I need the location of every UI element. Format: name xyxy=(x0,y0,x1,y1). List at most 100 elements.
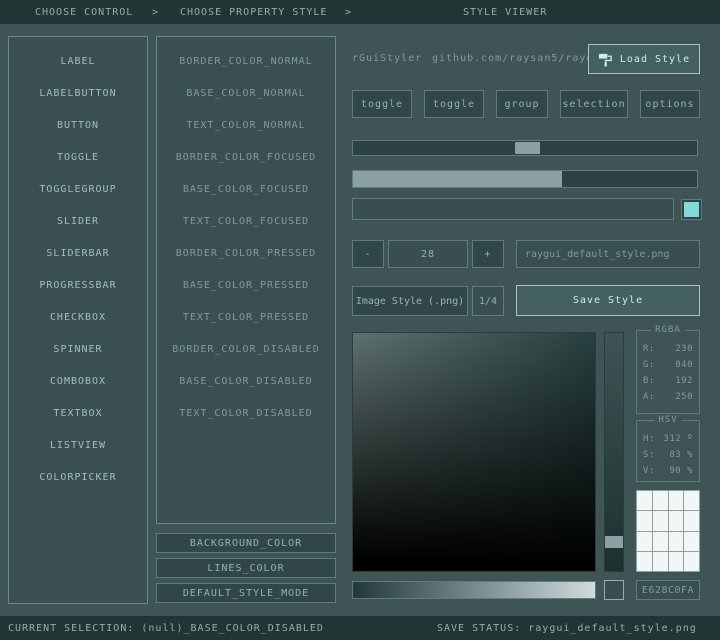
hue-slider-handle[interactable] xyxy=(605,536,623,548)
control-list-item-sliderbar[interactable]: SLIDERBAR xyxy=(9,237,147,269)
text-input[interactable] xyxy=(352,198,674,220)
save-style-button[interactable]: Save Style xyxy=(516,285,700,316)
control-list-item-spinner[interactable]: SPINNER xyxy=(9,333,147,365)
topbar-choose-property-style: CHOOSE PROPERTY STYLE xyxy=(180,7,327,18)
control-list-item-textbox[interactable]: TEXTBOX xyxy=(9,397,147,429)
rgba-row-a: A: 250 xyxy=(637,389,699,405)
property-list-item-border-color-pressed[interactable]: BORDER_COLOR_PRESSED xyxy=(157,237,335,269)
palette-cell[interactable] xyxy=(669,511,684,530)
rgba-g-label: G: xyxy=(643,360,655,370)
topbar-choose-control: CHOOSE CONTROL xyxy=(35,7,133,18)
palette-cell[interactable] xyxy=(637,511,652,530)
palette-cell[interactable] xyxy=(684,491,699,510)
hsv-h-label: H: xyxy=(643,434,655,444)
property-list-item-border-color-focused[interactable]: BORDER_COLOR_FOCUSED xyxy=(157,141,335,173)
alpha-handle-box[interactable] xyxy=(604,580,624,600)
alpha-slider[interactable] xyxy=(352,581,596,599)
chevron-right-icon: > xyxy=(345,7,352,18)
checkbox[interactable] xyxy=(681,199,702,220)
rgba-row-b: B: 192 xyxy=(637,373,699,389)
paint-roller-icon xyxy=(598,52,613,67)
background-color-button[interactable]: BACKGROUND_COLOR xyxy=(156,533,336,553)
hsv-row-s: S: 83 % xyxy=(637,447,699,463)
control-list-item-label[interactable]: LABEL xyxy=(9,45,147,77)
rgba-g-value: 040 xyxy=(675,360,693,370)
rgba-b-label: B: xyxy=(643,376,655,386)
control-list-item-togglegroup[interactable]: TOGGLEGROUP xyxy=(9,173,147,205)
hsv-v-label: V: xyxy=(643,466,655,476)
property-list-item-base-color-focused[interactable]: BASE_COLOR_FOCUSED xyxy=(157,173,335,205)
control-list-item-slider[interactable]: SLIDER xyxy=(9,205,147,237)
toggle-button-group[interactable]: group xyxy=(496,90,548,118)
property-list-item-base-color-disabled[interactable]: BASE_COLOR_DISABLED xyxy=(157,365,335,397)
spinner-value-box[interactable]: 28 xyxy=(388,240,468,268)
palette-cell[interactable] xyxy=(653,491,668,510)
hsv-v-value: 90 % xyxy=(669,466,693,476)
palette-cell[interactable] xyxy=(684,532,699,551)
spinner-decrement-button[interactable]: - xyxy=(352,240,384,268)
control-list-item-progressbar[interactable]: PROGRESSBAR xyxy=(9,269,147,301)
slider-handle[interactable] xyxy=(515,142,540,154)
load-style-button[interactable]: Load Style xyxy=(588,44,700,74)
slider[interactable] xyxy=(352,140,698,156)
topbar-style-viewer: STYLE VIEWER xyxy=(463,7,547,18)
palette-cell[interactable] xyxy=(653,511,668,530)
repo-link[interactable]: github.com/raysan5/raygui xyxy=(432,53,608,64)
page-indicator: 1/4 xyxy=(472,286,504,316)
hue-slider[interactable] xyxy=(604,332,624,572)
property-list-item-border-color-normal[interactable]: BORDER_COLOR_NORMAL xyxy=(157,45,335,77)
top-bar: CHOOSE CONTROL > CHOOSE PROPERTY STYLE >… xyxy=(0,0,720,24)
property-list-item-base-color-normal[interactable]: BASE_COLOR_NORMAL xyxy=(157,77,335,109)
control-list-item-listview[interactable]: LISTVIEW xyxy=(9,429,147,461)
palette-cell[interactable] xyxy=(669,491,684,510)
control-list-item-colorpicker[interactable]: COLORPICKER xyxy=(9,461,147,493)
palette-cell[interactable] xyxy=(684,511,699,530)
control-list-item-labelbutton[interactable]: LABELBUTTON xyxy=(9,77,147,109)
property-list-item-base-color-pressed[interactable]: BASE_COLOR_PRESSED xyxy=(157,269,335,301)
palette-cell[interactable] xyxy=(637,491,652,510)
rgba-b-value: 192 xyxy=(675,376,693,386)
palette-cell[interactable] xyxy=(684,552,699,571)
toggle-button-1[interactable]: toggle xyxy=(352,90,412,118)
lines-color-button[interactable]: LINES_COLOR xyxy=(156,558,336,578)
image-style-button[interactable]: Image Style (.png) xyxy=(352,286,468,316)
palette-cell[interactable] xyxy=(653,552,668,571)
control-list-item-checkbox[interactable]: CHECKBOX xyxy=(9,301,147,333)
control-list-item-combobox[interactable]: COMBOBOX xyxy=(9,365,147,397)
hsv-row-h: H: 312 º xyxy=(637,431,699,447)
property-list-item-text-color-focused[interactable]: TEXT_COLOR_FOCUSED xyxy=(157,205,335,237)
toggle-button-options[interactable]: options xyxy=(640,90,700,118)
property-list-item-border-color-disabled[interactable]: BORDER_COLOR_DISABLED xyxy=(157,333,335,365)
palette-cell[interactable] xyxy=(669,552,684,571)
rgba-row-r: R: 230 xyxy=(637,341,699,357)
status-save-status: SAVE STATUS: raygui_default_style.png xyxy=(437,623,697,634)
palette-cell[interactable] xyxy=(637,552,652,571)
style-filename-input[interactable]: raygui_default_style.png xyxy=(516,240,700,268)
property-list-item-text-color-pressed[interactable]: TEXT_COLOR_PRESSED xyxy=(157,301,335,333)
property-list-item-text-color-normal[interactable]: TEXT_COLOR_NORMAL xyxy=(157,109,335,141)
spinner-increment-button[interactable]: + xyxy=(472,240,504,268)
rgba-r-label: R: xyxy=(643,344,655,354)
status-bar: CURRENT SELECTION: (null)_BASE_COLOR_DIS… xyxy=(0,616,720,640)
hex-color-input[interactable]: E628C0FA xyxy=(636,580,700,600)
controls-list-panel: LABEL LABELBUTTON BUTTON TOGGLE TOGGLEGR… xyxy=(8,36,148,604)
rgba-title: RGBA xyxy=(651,325,685,335)
palette-cell[interactable] xyxy=(653,532,668,551)
toggle-group: toggle toggle group selection options xyxy=(352,90,700,118)
app-name-label: rGuiStyler xyxy=(352,53,422,64)
control-list-item-button[interactable]: BUTTON xyxy=(9,109,147,141)
slider-bar[interactable] xyxy=(352,170,698,188)
control-list-item-toggle[interactable]: TOGGLE xyxy=(9,141,147,173)
palette-cell[interactable] xyxy=(637,532,652,551)
toggle-button-selection[interactable]: selection xyxy=(560,90,628,118)
rgba-a-label: A: xyxy=(643,392,655,402)
hsv-row-v: V: 90 % xyxy=(637,463,699,479)
color-picker-gradient[interactable] xyxy=(352,332,596,572)
rgba-row-g: G: 040 xyxy=(637,357,699,373)
palette-cell[interactable] xyxy=(669,532,684,551)
default-style-mode-button[interactable]: DEFAULT_STYLE_MODE xyxy=(156,583,336,603)
toggle-button-2[interactable]: toggle xyxy=(424,90,484,118)
hsv-h-value: 312 º xyxy=(663,434,693,444)
property-list-item-text-color-disabled[interactable]: TEXT_COLOR_DISABLED xyxy=(157,397,335,429)
hsv-groupbox: HSV H: 312 º S: 83 % V: 90 % xyxy=(636,420,700,482)
